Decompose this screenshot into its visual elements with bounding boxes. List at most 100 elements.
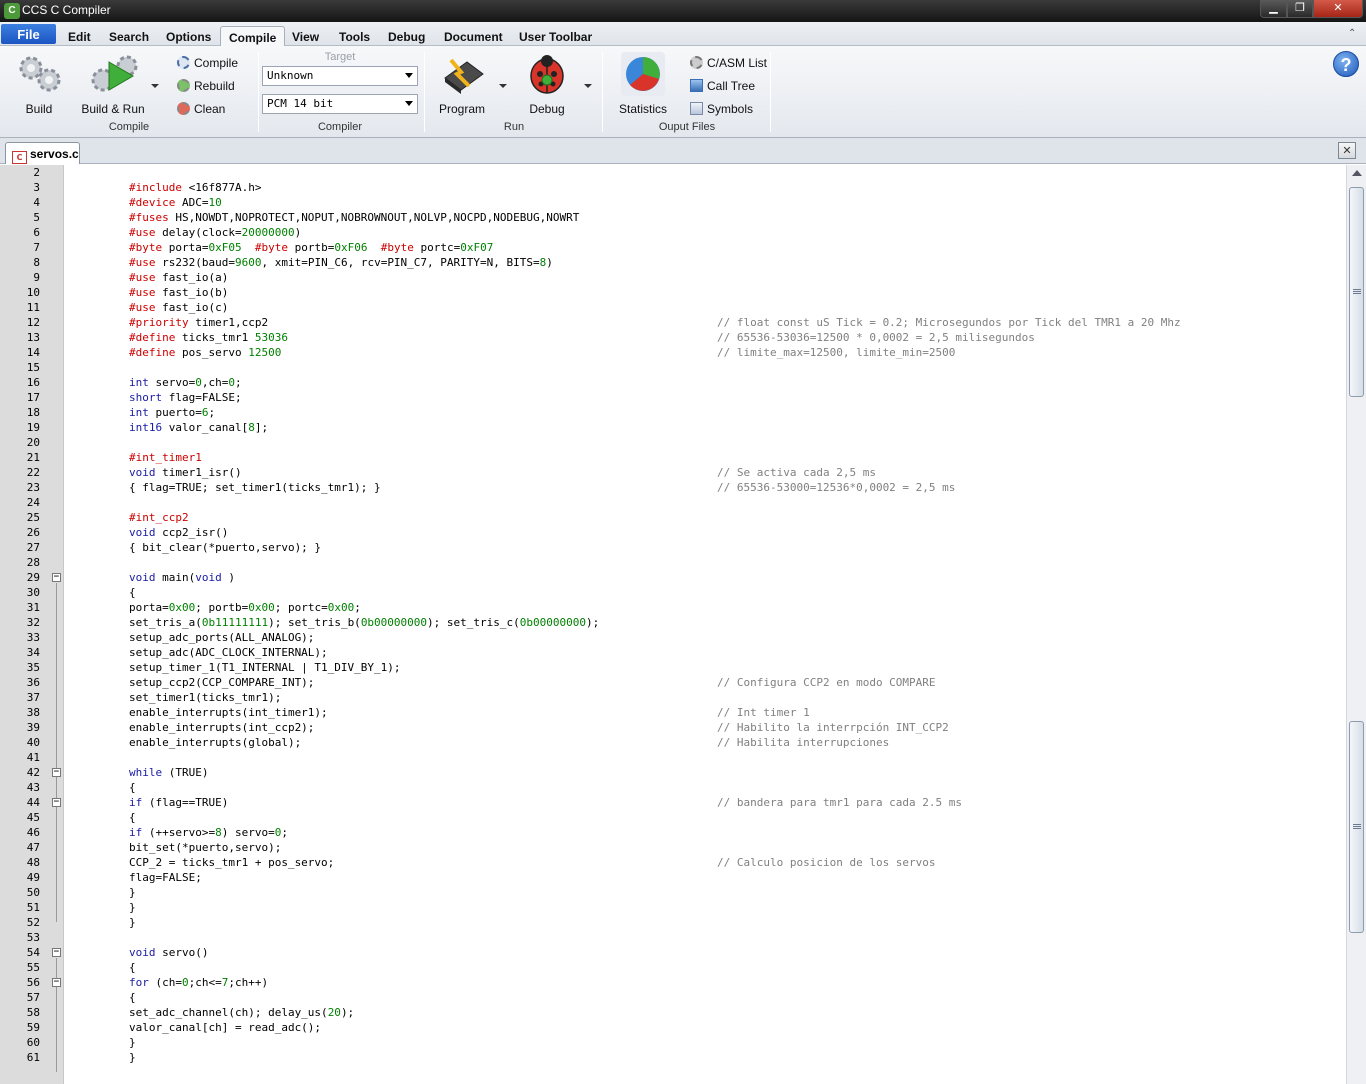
menu-user-toolbar[interactable]: User Toolbar xyxy=(511,26,600,46)
fold-toggle-icon[interactable]: − xyxy=(52,768,61,777)
code-token: setup_adc(ADC_CLOCK_INTERNAL); xyxy=(129,646,328,659)
help-icon[interactable]: ? xyxy=(1333,51,1359,77)
code-line: { xyxy=(129,780,136,795)
code-line: #priority timer1,ccp2 xyxy=(129,315,268,330)
ribbon-separator xyxy=(770,52,771,132)
fold-toggle-icon[interactable]: − xyxy=(52,798,61,807)
line-number: 53 xyxy=(26,931,40,944)
line-number: 48 xyxy=(26,856,40,869)
code-token: #priority xyxy=(129,316,196,329)
scroll-thumb-secondary[interactable] xyxy=(1349,721,1364,933)
minimize-button[interactable]: ▁ xyxy=(1260,0,1287,18)
close-window-button[interactable]: ✕ xyxy=(1313,0,1363,18)
fold-toggle-icon[interactable]: − xyxy=(52,978,61,987)
casm-list-button[interactable]: C/ASM List xyxy=(690,54,767,72)
code-token: 20 xyxy=(327,1006,341,1019)
code-token: ); set_tris_c( xyxy=(427,616,520,629)
code-token: delay(clock= xyxy=(162,226,242,239)
code-line: porta=0x00; portb=0x00; portc=0x00; xyxy=(129,600,361,615)
code-token: ; xyxy=(208,406,216,419)
scroll-up-arrow-icon[interactable] xyxy=(1352,170,1362,176)
compiler-select[interactable]: PCM 14 bit xyxy=(262,94,418,114)
code-token: { bit_clear(*puerto,servo); } xyxy=(129,541,322,554)
code-token: ; xyxy=(354,601,361,614)
build-run-dropdown-icon[interactable] xyxy=(151,84,159,88)
debug-button[interactable]: Debug xyxy=(520,52,574,118)
code-token: flag=FALSE; xyxy=(168,391,242,404)
line-number-gutter: 2 3 4 5 6 7 8 9 10 11 12 13 14 15 16 17 18 19 20 21 22 23 24 25… xyxy=(0,165,64,1084)
symbols-button[interactable]: Symbols xyxy=(690,100,753,118)
line-number: 34 xyxy=(26,646,40,659)
code-line: setup_adc(ADC_CLOCK_INTERNAL); xyxy=(129,645,328,660)
code-token: 0xF06 xyxy=(334,241,375,254)
code-editor[interactable]: 2 3 4 5 6 7 8 9 10 11 12 13 14 15 16 17 18 19 20 21 22 23 24 25… xyxy=(0,165,1346,1084)
code-comment: // Configura CCP2 en modo COMPARE xyxy=(717,676,936,689)
line-number: 29 xyxy=(26,571,40,584)
code-line: #use fast_io(c) xyxy=(129,300,228,315)
code-line: #int_timer1 xyxy=(129,450,202,465)
code-line: #byte porta=0xF05 #byte portb=0xF06 #byt… xyxy=(129,240,493,255)
menu-options[interactable]: Options xyxy=(158,26,219,46)
ribbon-separator xyxy=(602,52,603,132)
program-button[interactable]: Program xyxy=(434,52,490,118)
menu-debug[interactable]: Debug xyxy=(380,26,433,46)
menu-document[interactable]: Document xyxy=(436,26,511,46)
code-token: enable_interrupts(int_timer1); xyxy=(129,706,328,719)
code-token: pos_servo xyxy=(181,346,249,359)
tab-servos-c[interactable]: Cservos.c xyxy=(5,142,80,164)
line-number: 36 xyxy=(26,676,40,689)
menu-search[interactable]: Search xyxy=(101,26,157,46)
line-number: 14 xyxy=(26,346,40,359)
code-token: 8 xyxy=(248,421,255,434)
code-line: #include <16f877A.h> xyxy=(129,180,261,195)
maximize-button[interactable]: ❐ xyxy=(1287,0,1313,18)
compile-button[interactable]: Compile xyxy=(177,54,238,72)
code-line: valor_canal[ch] = read_adc(); xyxy=(129,1020,321,1035)
rebuild-button[interactable]: Rebuild xyxy=(177,77,235,95)
statistics-button[interactable]: Statistics xyxy=(614,52,672,118)
ribbon-separator xyxy=(258,52,259,132)
program-dropdown-icon[interactable] xyxy=(499,84,507,88)
debug-dropdown-icon[interactable] xyxy=(584,84,592,88)
code-comment: // limite_max=12500, limite_min=2500 xyxy=(717,346,956,359)
menu-compile[interactable]: Compile xyxy=(220,26,286,47)
target-select[interactable]: Unknown xyxy=(262,66,418,86)
code-line: } xyxy=(129,900,136,915)
call-tree-button[interactable]: Call Tree xyxy=(690,77,755,95)
menu-view[interactable]: View xyxy=(284,26,327,46)
code-token: ; portb= xyxy=(195,601,249,614)
clean-icon xyxy=(177,102,190,115)
line-number: 35 xyxy=(26,661,40,674)
code-token: 53036 xyxy=(254,331,288,344)
menu-tools[interactable]: Tools xyxy=(331,26,378,46)
scroll-thumb[interactable] xyxy=(1349,187,1364,397)
code-token: ); xyxy=(586,616,600,629)
code-token: set_tris_a( xyxy=(129,616,202,629)
collapse-ribbon-icon[interactable]: ⌃ xyxy=(1348,28,1356,39)
code-token: void xyxy=(129,466,163,479)
code-comment: // 65536-53036=12500 * 0,0002 = 2,5 mili… xyxy=(717,331,1035,344)
clean-button[interactable]: Clean xyxy=(177,100,225,118)
document-tab-bar: Cservos.c ✕ xyxy=(0,138,1366,164)
fold-toggle-icon[interactable]: − xyxy=(52,573,61,582)
build-run-button[interactable]: Build & Run xyxy=(80,52,146,118)
vertical-scrollbar[interactable] xyxy=(1346,165,1366,1084)
code-token: enable_interrupts(int_ccp2); xyxy=(129,721,315,734)
build-button[interactable]: Build xyxy=(14,52,64,118)
menu-file[interactable]: File xyxy=(1,24,56,44)
code-token: { flag=TRUE; set_timer1(ticks_tmr1); } xyxy=(129,481,381,494)
close-tab-button[interactable]: ✕ xyxy=(1338,142,1356,159)
call-tree-label: Call Tree xyxy=(707,79,756,93)
code-line: #device ADC=10 xyxy=(129,195,222,210)
code-line: int16 valor_canal[8]; xyxy=(129,420,268,435)
code-token: main( xyxy=(162,571,196,584)
code-token: enable_interrupts(global); xyxy=(129,736,302,749)
fold-toggle-icon[interactable]: − xyxy=(52,948,61,957)
menu-edit[interactable]: Edit xyxy=(60,26,99,46)
code-token: 8 xyxy=(215,826,222,839)
statistics-label: Statistics xyxy=(618,102,667,116)
line-number: 25 xyxy=(26,511,40,524)
call-tree-icon xyxy=(690,79,703,92)
code-token: ; portc= xyxy=(274,601,328,614)
